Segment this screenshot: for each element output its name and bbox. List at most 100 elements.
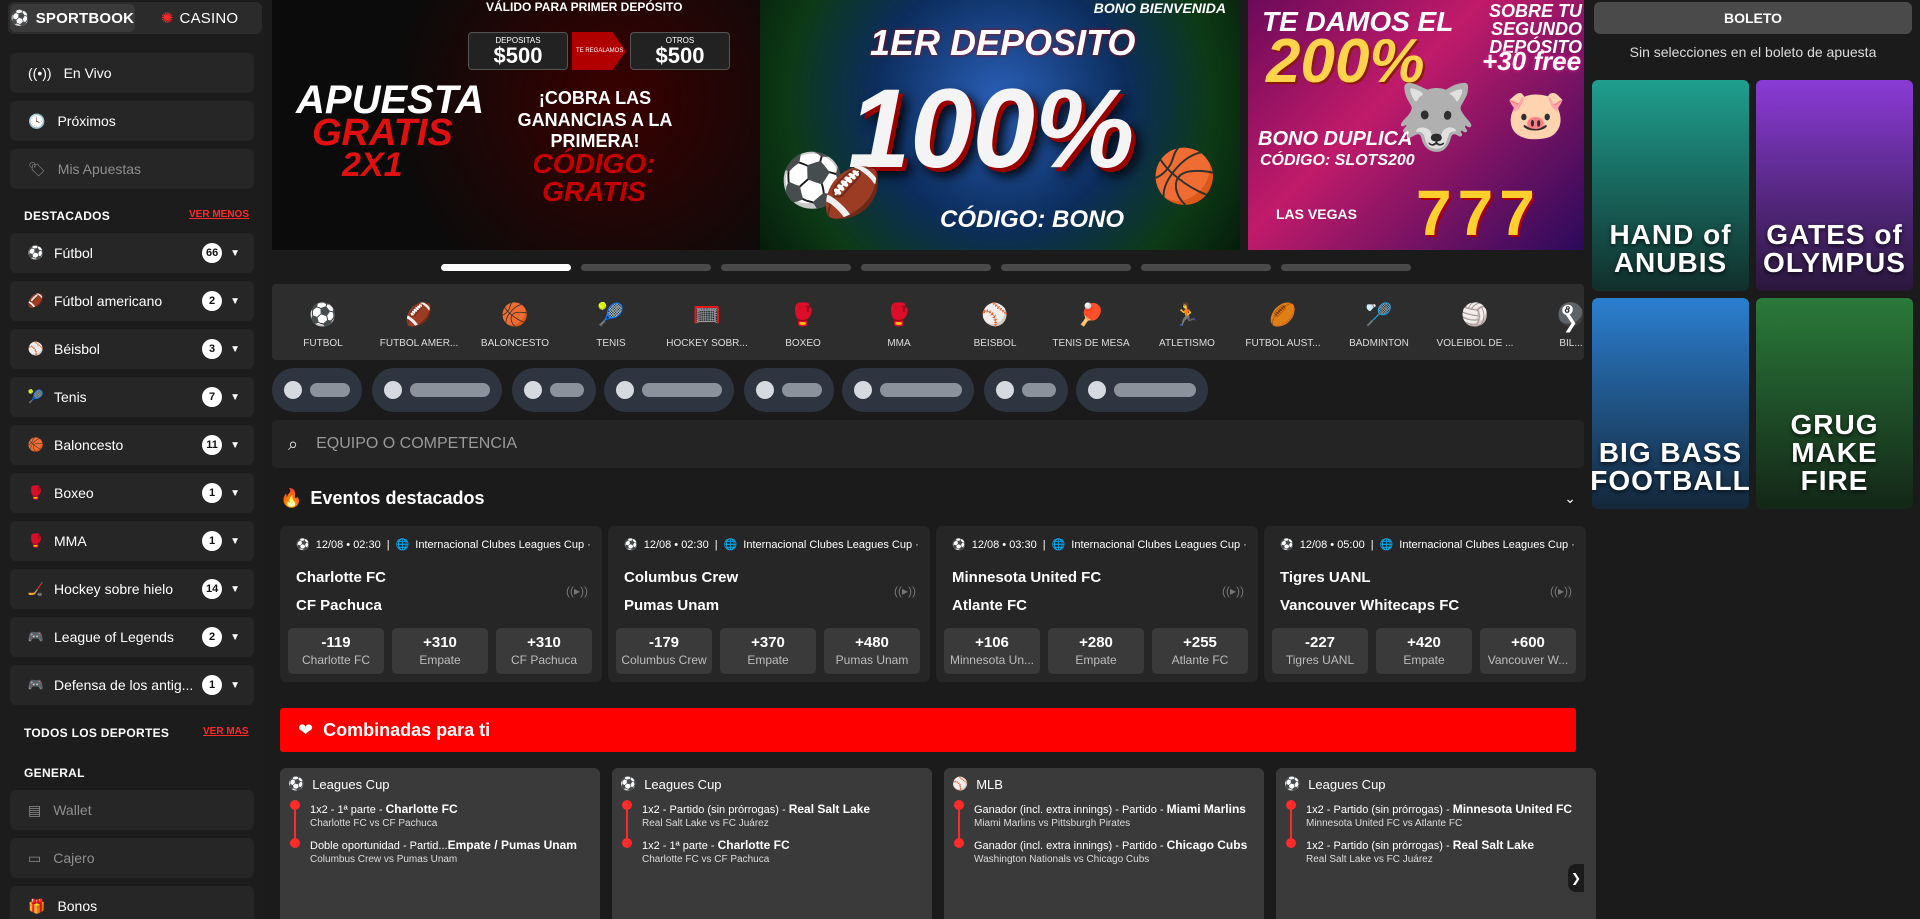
filter-pill[interactable]: [372, 368, 502, 412]
odds-button[interactable]: -179 Columbus Crew: [616, 628, 712, 674]
sport-category-item[interactable]: 🏉 FÚTBOL AUST...: [1238, 298, 1328, 349]
event-card[interactable]: ⚽ 12/08 • 03:30 | 🌐 Internacional Clubes Lea…: [936, 526, 1258, 682]
sport-category-item[interactable]: 🏈 FÚTBOL AMER...: [374, 298, 464, 349]
sidebar-sport-label: Fútbol americano: [54, 293, 163, 309]
event-league: Internacional Clubes Leagues Cup ·: [415, 538, 591, 551]
combo-leg-market: Ganador (incl. extra innings) - Partido …: [974, 840, 1167, 852]
sidebar-sport-item[interactable]: ⚾ Béisbol 3 ▼: [10, 329, 254, 369]
featured-events-header[interactable]: 🔥 Eventos destacados ⌄: [280, 486, 1576, 510]
sport-category-item[interactable]: 🥊 MMA: [854, 298, 944, 349]
filter-pill[interactable]: [842, 368, 974, 412]
chevron-down-icon[interactable]: ▼: [230, 584, 240, 595]
event-card[interactable]: ⚽ 12/08 • 02:30 | 🌐 Internacional Clubes Lea…: [280, 526, 602, 682]
nav-bonus[interactable]: 🎁 Bonos: [10, 886, 254, 919]
combo-card[interactable]: ⚽ Leagues Cup 1x2 - 1ª parte - Charlotte F…: [280, 768, 600, 919]
sport-category-item[interactable]: 🏀 BALONCESTO: [470, 298, 560, 349]
odds-button[interactable]: +480 Pumas Unam: [824, 628, 920, 674]
sidebar-sport-item[interactable]: 🏒 Hockey sobre hielo 14 ▼: [10, 569, 254, 609]
casino-tab[interactable]: ✺ CASINO: [137, 2, 262, 34]
chevron-down-icon[interactable]: ▼: [230, 296, 240, 307]
filter-pill[interactable]: [604, 368, 734, 412]
separator: |: [714, 538, 718, 551]
event-card[interactable]: ⚽ 12/08 • 05:00 | 🌐 Internacional Clubes Lea…: [1264, 526, 1586, 682]
promo-banner-free-bet[interactable]: VÁLIDO PARA PRIMER DEPÓSITO DEPOSITAS $5…: [272, 0, 760, 250]
odds-button[interactable]: +106 Minnesota Un...: [944, 628, 1040, 674]
event-card[interactable]: ⚽ 12/08 • 02:30 | 🌐 Internacional Clubes Lea…: [608, 526, 930, 682]
chevron-down-icon[interactable]: ▼: [230, 680, 240, 691]
odds-button[interactable]: +370 Empate: [720, 628, 816, 674]
casino-game-tile[interactable]: GATES of OLYMPUS: [1756, 80, 1913, 291]
chevron-down-icon[interactable]: ▼: [230, 536, 240, 547]
chevron-right-icon[interactable]: ❯: [1568, 864, 1584, 892]
carousel-dot[interactable]: [441, 264, 571, 271]
nav-cashier[interactable]: ▭ Cajero: [10, 838, 254, 878]
nav-live[interactable]: ((•)) En Vivo: [10, 53, 254, 93]
sidebar-sport-item[interactable]: 🏈 Fútbol americano 2 ▼: [10, 281, 254, 321]
sidebar-sport-item[interactable]: 🥊 Boxeo 1 ▼: [10, 473, 254, 513]
sidebar-sport-item[interactable]: 🎮 Defensa de los antig... 1 ▼: [10, 665, 254, 705]
filter-pill[interactable]: [272, 368, 362, 412]
combo-card[interactable]: ⚽ Leagues Cup 1x2 - Partido (sin prórrogas…: [612, 768, 932, 919]
sidebar-sport-item[interactable]: 🏀 Baloncesto 11 ▼: [10, 425, 254, 465]
combo-card[interactable]: ⚽ Leagues Cup 1x2 - Partido (sin prórrogas…: [1276, 768, 1596, 919]
carousel-dot[interactable]: [721, 264, 851, 271]
chevron-down-icon[interactable]: ▼: [230, 440, 240, 451]
sidebar-sport-item[interactable]: 🥊 MMA 1 ▼: [10, 521, 254, 561]
odds-button[interactable]: -227 Tigres UANL: [1272, 628, 1368, 674]
carousel-dot[interactable]: [1001, 264, 1131, 271]
odds-button[interactable]: -119 Charlotte FC: [288, 628, 384, 674]
carousel-dot[interactable]: [861, 264, 991, 271]
search-bar[interactable]: ⌕ EQUIPO O COMPETENCIA: [272, 420, 1584, 468]
sidebar-sport-item[interactable]: 🎮 League of Legends 2 ▼: [10, 617, 254, 657]
combo-card[interactable]: ⚾ MLB Ganador (incl. extra innings) - Part…: [944, 768, 1264, 919]
chevron-right-icon[interactable]: ❯: [1563, 312, 1578, 333]
odds-outcome: Pumas Unam: [835, 653, 909, 667]
odds-button[interactable]: +310 Empate: [392, 628, 488, 674]
promo-banner-first-deposit[interactable]: BONO BIENVENIDA 1ER DEPOSITO 100% CÓDIGO…: [760, 0, 1240, 250]
sport-category-icon: 🎾: [597, 302, 625, 327]
odds-button[interactable]: +420 Empate: [1376, 628, 1472, 674]
chevron-down-icon[interactable]: ▼: [230, 392, 240, 403]
chevron-down-icon[interactable]: ▼: [230, 344, 240, 355]
betslip-header[interactable]: BOLETO: [1594, 2, 1912, 34]
casino-game-tile[interactable]: BIG BASS FOOTBALL: [1592, 298, 1749, 509]
event-datetime: 12/08 • 02:30: [315, 538, 381, 551]
carousel-dot[interactable]: [581, 264, 711, 271]
chevron-down-icon[interactable]: ⌄: [1564, 490, 1576, 507]
chevron-down-icon[interactable]: ▼: [230, 632, 240, 643]
sportsbook-tab[interactable]: ⚽ SPORTBOOK: [10, 4, 135, 32]
sport-category-item[interactable]: 🥊 BOXEO: [758, 298, 848, 349]
sidebar-sport-item[interactable]: ⚽ Fútbol 66 ▼: [10, 233, 254, 273]
carousel-dot[interactable]: [1141, 264, 1271, 271]
odds-button[interactable]: +310 CF Pachuca: [496, 628, 592, 674]
nav-upcoming[interactable]: 🕓 Próximos: [10, 101, 254, 141]
filter-pill[interactable]: [984, 368, 1068, 412]
search-input[interactable]: EQUIPO O COMPETENCIA: [316, 435, 517, 453]
sport-category-item[interactable]: ⚾ BÉISBOL: [950, 298, 1040, 349]
casino-game-tile[interactable]: GRUG MAKE FIRE: [1756, 298, 1913, 509]
sport-category-item[interactable]: 🏸 BÁDMINTON: [1334, 298, 1424, 349]
filter-pill[interactable]: [1076, 368, 1208, 412]
odds-button[interactable]: +600 Vancouver W...: [1480, 628, 1576, 674]
sidebar-sport-item[interactable]: 🎾 Tenis 7 ▼: [10, 377, 254, 417]
chevron-down-icon[interactable]: ▼: [230, 248, 240, 259]
nav-my-bets[interactable]: 🏷 Mis Apuestas: [10, 149, 254, 189]
promo-banner-slots[interactable]: TE DAMOS EL 200% SOBRE TU SEGUNDO DEPÓSI…: [1248, 0, 1584, 250]
carousel-dot[interactable]: [1281, 264, 1411, 271]
sport-category-item[interactable]: 🥅 HOCKEY SOBR...: [662, 298, 752, 349]
casino-game-tile[interactable]: HAND of ANUBIS: [1592, 80, 1749, 291]
odds-button[interactable]: +280 Empate: [1048, 628, 1144, 674]
chevron-down-icon[interactable]: ▼: [230, 488, 240, 499]
sport-category-item[interactable]: 🏃 ATLETISMO: [1142, 298, 1232, 349]
sport-category-item[interactable]: 🎾 TENIS: [566, 298, 656, 349]
odds-button[interactable]: +255 Atlante FC: [1152, 628, 1248, 674]
sport-category-item[interactable]: ⚽ FÚTBOL: [278, 298, 368, 349]
filter-pill[interactable]: [512, 368, 596, 412]
sport-category-item[interactable]: 🏓 TENIS DE MESA: [1046, 298, 1136, 349]
pill-bar: [410, 383, 490, 397]
see-less-link[interactable]: VER MENOS: [189, 209, 249, 220]
sport-category-item[interactable]: 🏐 VOLEIBOL DE ...: [1430, 298, 1520, 349]
see-more-link[interactable]: VER MAS: [203, 726, 249, 737]
filter-pill[interactable]: [744, 368, 834, 412]
nav-wallet[interactable]: ▤ Wallet: [10, 790, 254, 830]
